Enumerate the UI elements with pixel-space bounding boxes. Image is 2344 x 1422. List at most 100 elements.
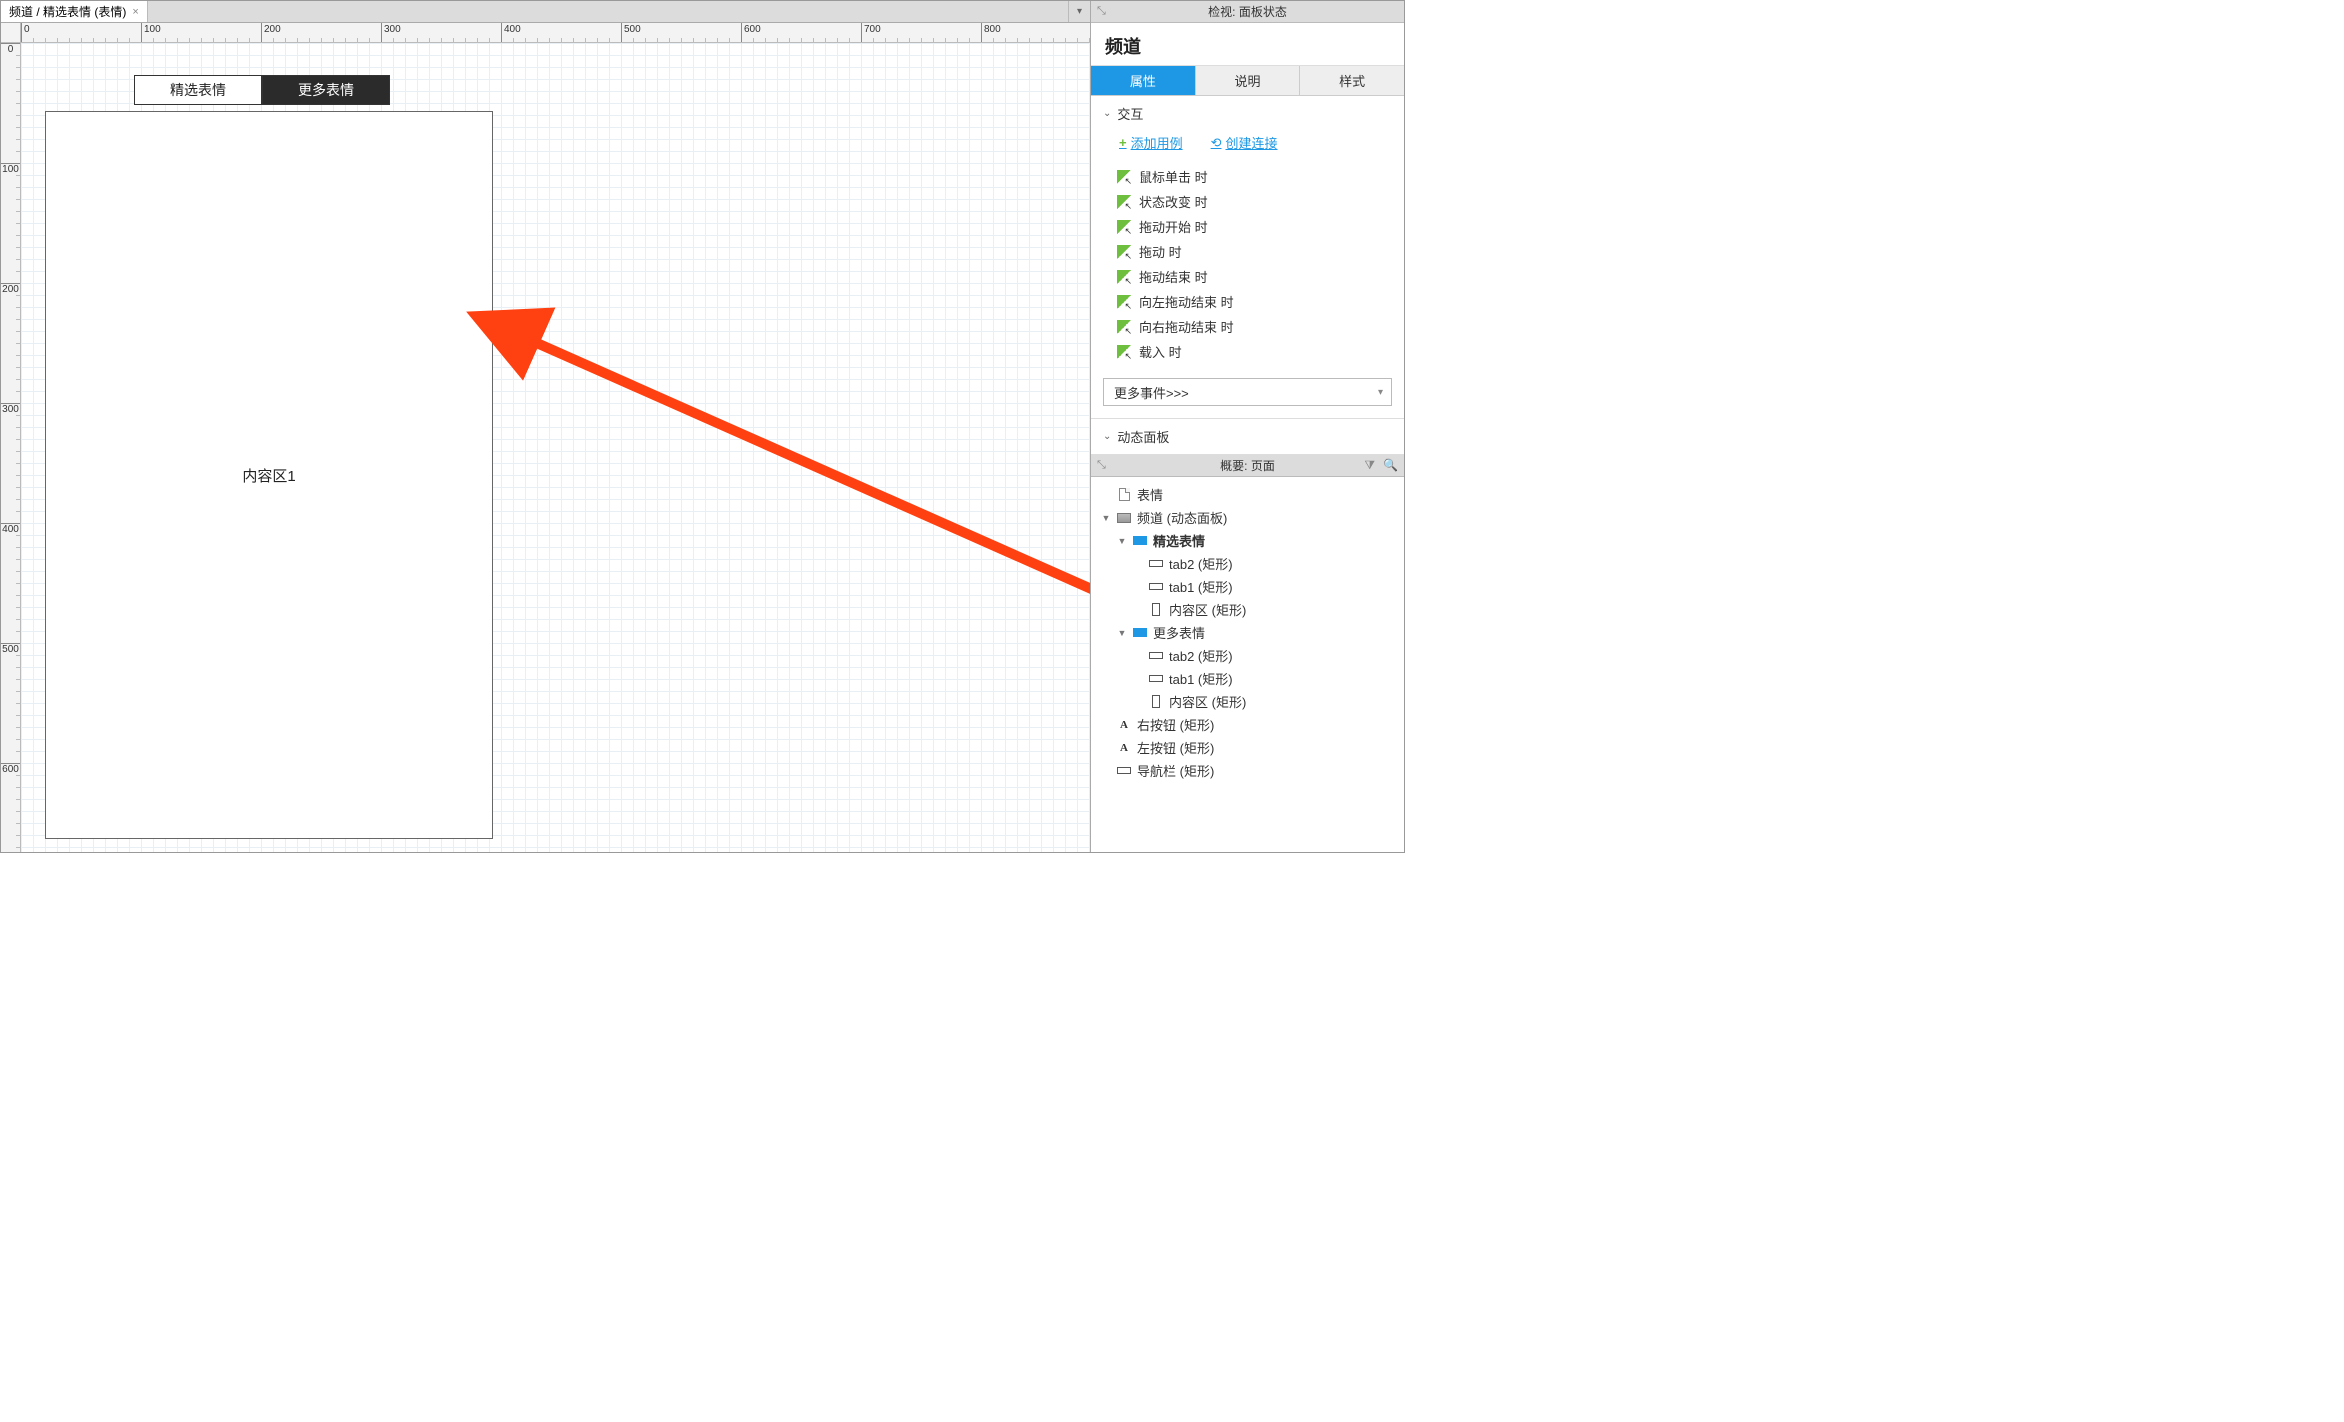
- event-item[interactable]: 向左拖动结束 时: [1109, 289, 1392, 314]
- outline-label: tab2 (矩形): [1169, 646, 1233, 665]
- section-interactions-header[interactable]: ⌄ 交互: [1091, 96, 1404, 131]
- outline-row[interactable]: A右按钮 (矩形): [1095, 713, 1400, 736]
- inspector-tab-0[interactable]: 属性: [1091, 66, 1195, 96]
- interaction-links: 添加用例 创建连接: [1091, 131, 1404, 162]
- event-item[interactable]: 向右拖动结束 时: [1109, 314, 1392, 339]
- outline-panel: 表情▼频道 (动态面板)▼精选表情tab2 (矩形)tab1 (矩形)内容区 (…: [1091, 477, 1404, 852]
- add-case-link[interactable]: 添加用例: [1119, 133, 1183, 152]
- outline-label: 更多表情: [1153, 623, 1205, 642]
- ruler-v-tick: 600: [1, 763, 20, 775]
- content-area-box[interactable]: 内容区1: [45, 111, 493, 839]
- outline-rect-wide-icon: [1149, 558, 1163, 570]
- section-dynpanel-header[interactable]: ⌄ 动态面板: [1091, 419, 1404, 454]
- inspector-title-bar: ⤡ 检视: 面板状态: [1091, 1, 1404, 23]
- outline-row[interactable]: 导航栏 (矩形): [1095, 759, 1400, 782]
- event-label: 拖动结束 时: [1139, 267, 1208, 286]
- outline-rect-tall-icon: [1149, 696, 1163, 708]
- outline-rect-tall-icon: [1149, 604, 1163, 616]
- outline-dp-icon: [1117, 512, 1131, 524]
- outline-label: 左按钮 (矩形): [1137, 738, 1214, 757]
- event-item[interactable]: 鼠标单击 时: [1109, 164, 1392, 189]
- outline-state-icon: [1133, 535, 1147, 547]
- ruler-v-tick: 100: [1, 163, 20, 175]
- outline-row[interactable]: tab1 (矩形): [1095, 667, 1400, 690]
- outline-page-icon: [1117, 489, 1131, 501]
- event-icon: [1117, 270, 1131, 284]
- disclosure-icon[interactable]: ▼: [1117, 536, 1127, 546]
- inspector-tab-2[interactable]: 样式: [1299, 66, 1404, 96]
- canvas-area: 0100200300400500600700800900 01002003004…: [1, 23, 1090, 852]
- outline-row[interactable]: 表情: [1095, 483, 1400, 506]
- ruler-h-tick: 700: [861, 23, 883, 42]
- pin-icon[interactable]: ⤡: [1097, 5, 1106, 18]
- more-events-dropdown[interactable]: 更多事件>>>: [1103, 378, 1392, 406]
- outline-rect-wide-icon: [1149, 650, 1163, 662]
- tab-more[interactable]: 更多表情: [262, 75, 390, 105]
- ruler-vertical: 0100200300400500600: [1, 43, 21, 852]
- ruler-h-tick: 0: [21, 23, 32, 42]
- pin-icon[interactable]: ⤡: [1097, 459, 1106, 472]
- event-item[interactable]: 载入 时: [1109, 339, 1392, 364]
- outline-row[interactable]: tab2 (矩形): [1095, 644, 1400, 667]
- outline-title: 概要: 页面: [1220, 457, 1275, 474]
- ruler-h-tick: 200: [261, 23, 283, 42]
- tabbar-menu-icon[interactable]: ▾: [1068, 1, 1090, 22]
- create-link-link[interactable]: 创建连接: [1211, 133, 1278, 152]
- chevron-down-icon: ⌄: [1103, 108, 1111, 119]
- outline-row[interactable]: tab1 (矩形): [1095, 575, 1400, 598]
- outline-rect-wide-icon: [1117, 765, 1131, 777]
- outline-row[interactable]: ▼ 频道 (动态面板): [1095, 506, 1400, 529]
- tab-featured[interactable]: 精选表情: [134, 75, 262, 105]
- ruler-v-tick: 0: [1, 43, 20, 55]
- outline-label: tab1 (矩形): [1169, 577, 1233, 596]
- disclosure-icon[interactable]: ▼: [1117, 628, 1127, 638]
- outline-row[interactable]: ▼精选表情: [1095, 529, 1400, 552]
- ruler-h-tick: 800: [981, 23, 1003, 42]
- selection-name: 频道: [1091, 23, 1404, 66]
- event-icon: [1117, 295, 1131, 309]
- event-item[interactable]: 拖动结束 时: [1109, 264, 1392, 289]
- event-item[interactable]: 拖动 时: [1109, 239, 1392, 264]
- more-events-label: 更多事件>>>: [1114, 383, 1189, 402]
- ruler-h-tick: 100: [141, 23, 163, 42]
- event-item[interactable]: 状态改变 时: [1109, 189, 1392, 214]
- section-interactions: ⌄ 交互 添加用例 创建连接 鼠标单击 时状态改变 时拖动开始 时拖动 时拖动结…: [1091, 96, 1404, 419]
- chevron-down-icon: ⌄: [1103, 431, 1111, 442]
- page-tab[interactable]: 频道 / 精选表情 (表情) ×: [1, 1, 148, 22]
- outline-label: 内容区 (矩形): [1169, 600, 1246, 619]
- event-list: 鼠标单击 时状态改变 时拖动开始 时拖动 时拖动结束 时向左拖动结束 时向右拖动…: [1091, 162, 1404, 374]
- section-dynpanel-label: 动态面板: [1117, 427, 1169, 446]
- event-label: 拖动开始 时: [1139, 217, 1208, 236]
- page-tab-bar: 频道 / 精选表情 (表情) × ▾: [1, 1, 1090, 23]
- ruler-h-tick: 600: [741, 23, 763, 42]
- ruler-h-tick: 300: [381, 23, 403, 42]
- outline-row[interactable]: ▼ 更多表情: [1095, 621, 1400, 644]
- outline-list: 表情▼频道 (动态面板)▼精选表情tab2 (矩形)tab1 (矩形)内容区 (…: [1091, 477, 1404, 788]
- section-dynpanel: ⌄ 动态面板: [1091, 419, 1404, 455]
- event-icon: [1117, 170, 1131, 184]
- page-tab-title: 频道 / 精选表情 (表情): [9, 3, 126, 20]
- tabs-widget[interactable]: 精选表情 更多表情: [134, 75, 390, 105]
- outline-label: 频道 (动态面板): [1137, 508, 1227, 527]
- outline-row[interactable]: A左按钮 (矩形): [1095, 736, 1400, 759]
- search-icon[interactable]: 🔍: [1383, 458, 1398, 473]
- event-label: 载入 时: [1139, 342, 1182, 361]
- filter-icon[interactable]: ⧩: [1364, 458, 1375, 473]
- outline-label: 内容区 (矩形): [1169, 692, 1246, 711]
- disclosure-icon[interactable]: ▼: [1101, 513, 1111, 523]
- ruler-horizontal: 0100200300400500600700800900: [21, 23, 1090, 43]
- event-item[interactable]: 拖动开始 时: [1109, 214, 1392, 239]
- outline-A-icon: A: [1117, 719, 1131, 731]
- inspector-title: 检视: 面板状态: [1208, 3, 1287, 20]
- canvas-viewport[interactable]: 精选表情 更多表情 内容区1: [21, 43, 1090, 852]
- close-icon[interactable]: ×: [132, 6, 138, 18]
- inspector-tab-1[interactable]: 说明: [1195, 66, 1300, 96]
- outline-row[interactable]: 内容区 (矩形): [1095, 598, 1400, 621]
- outline-row[interactable]: 内容区 (矩形): [1095, 690, 1400, 713]
- event-icon: [1117, 220, 1131, 234]
- ruler-h-tick: 500: [621, 23, 643, 42]
- outline-row[interactable]: tab2 (矩形): [1095, 552, 1400, 575]
- outline-label: 导航栏 (矩形): [1137, 761, 1214, 780]
- event-icon: [1117, 195, 1131, 209]
- ruler-v-tick: 200: [1, 283, 20, 295]
